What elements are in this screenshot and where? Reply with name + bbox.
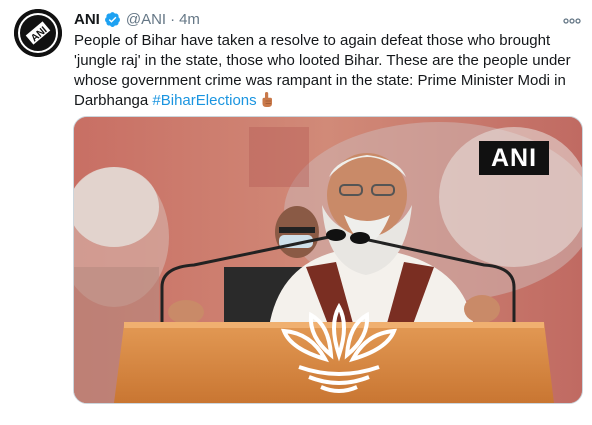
tweet-media-image[interactable]: ANI <box>73 116 583 404</box>
tweet-header: ANI @ANI · 4m <box>74 9 200 29</box>
tweet-timestamp[interactable]: 4m <box>179 11 200 28</box>
hashtag-link[interactable]: #BiharElections <box>152 92 256 109</box>
author-avatar[interactable]: ANI <box>14 9 62 57</box>
tweet-body: People of Bihar have taken a resolve to … <box>74 32 571 109</box>
header-separator: · <box>170 10 176 28</box>
more-horizontal-icon <box>563 18 581 24</box>
more-options-button[interactable] <box>560 11 584 27</box>
ani-watermark: ANI <box>479 141 549 175</box>
verified-badge-icon <box>104 11 120 27</box>
index-finger-pointing-up-icon <box>262 92 272 107</box>
ani-logo-icon: ANI <box>14 9 62 57</box>
tweet-text: People of Bihar have taken a resolve to … <box>74 31 574 111</box>
author-handle[interactable]: @ANI <box>126 11 166 28</box>
author-name[interactable]: ANI <box>74 11 100 28</box>
